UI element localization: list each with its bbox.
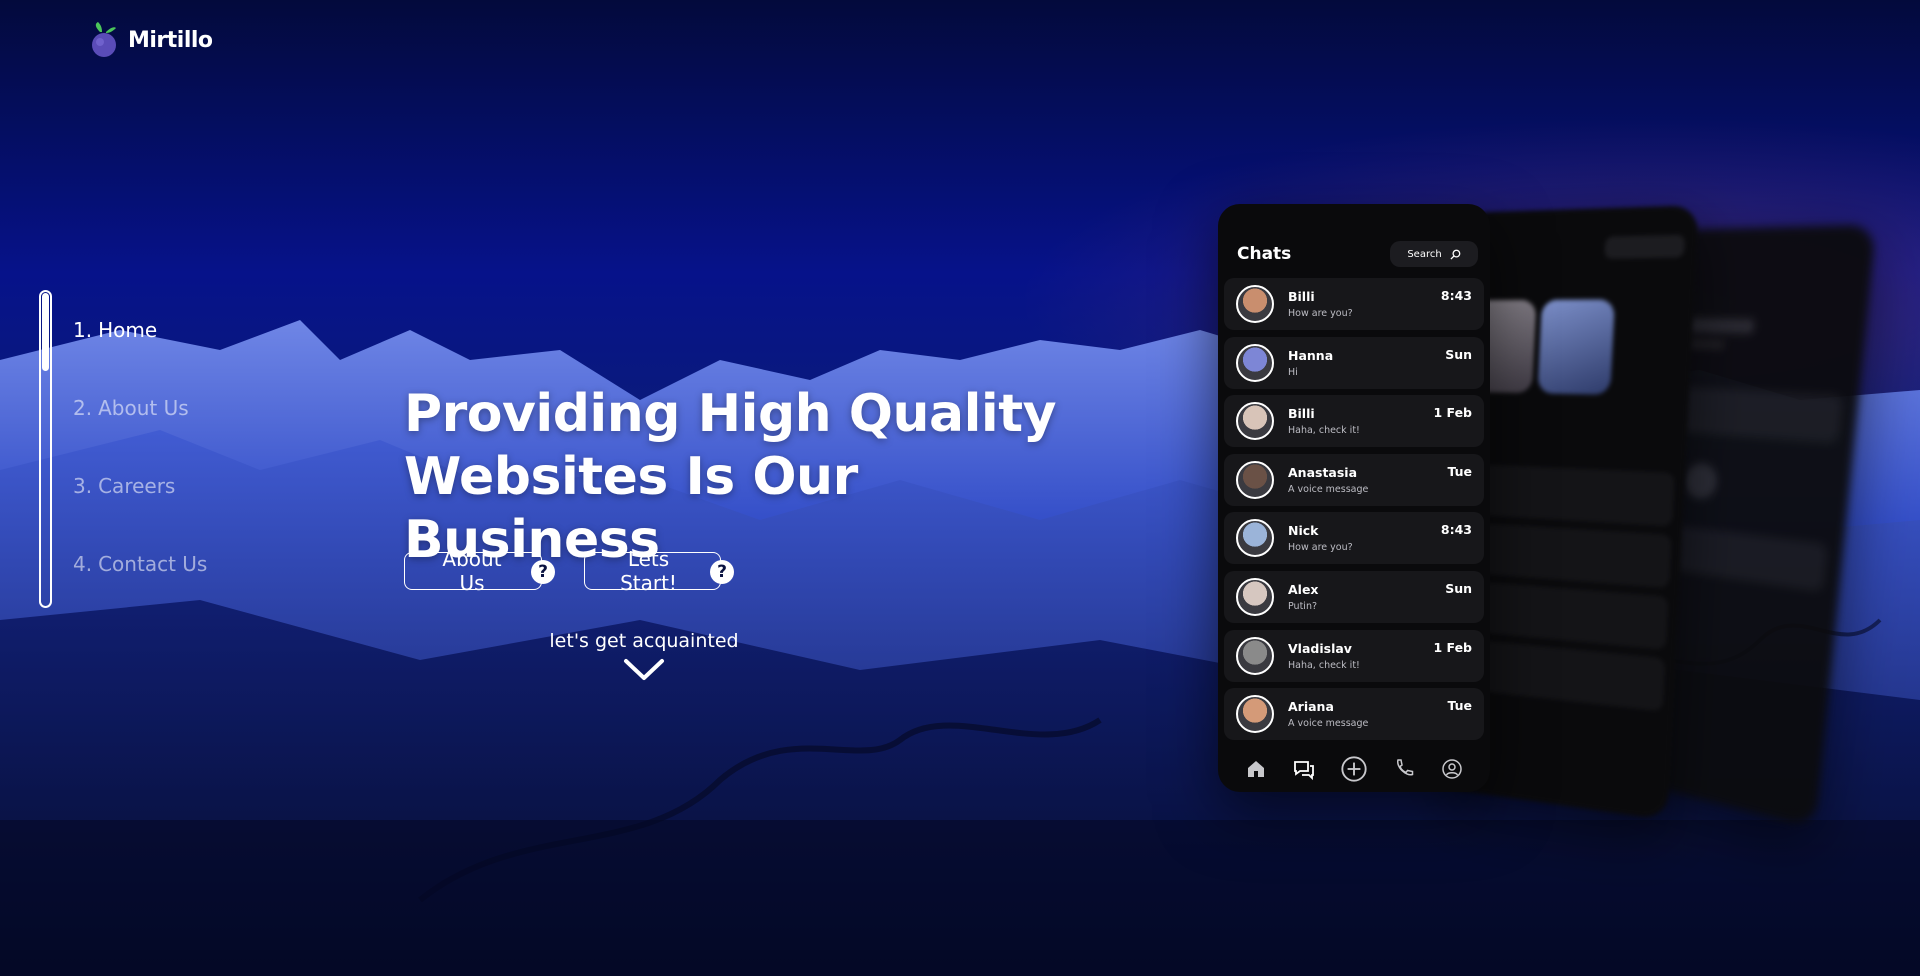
- chats-title: Chats: [1237, 244, 1292, 264]
- lets-start-button[interactable]: Lets Start! ?: [584, 547, 734, 595]
- help-icon[interactable]: ?: [531, 560, 555, 584]
- chat-text: Anastasia A voice message: [1288, 465, 1472, 495]
- nav-scroll-indicator: [39, 290, 52, 608]
- chat-time: Tue: [1447, 698, 1472, 714]
- chats-search: Search: [1390, 241, 1478, 267]
- chat-icon: [1294, 760, 1314, 780]
- nav-item-contact-us[interactable]: 4. Contact Us: [73, 550, 207, 628]
- nav-item-number: 2.: [73, 396, 93, 420]
- chat-time: Sun: [1445, 580, 1472, 596]
- chat-time: 8:43: [1440, 288, 1472, 303]
- avatar: [1236, 636, 1274, 675]
- chat-row[interactable]: Billi How are you? 8:43: [1224, 278, 1484, 330]
- chat-list: Billi How are you? 8:43 Hanna Hi Sun Billi Haha…: [1218, 278, 1490, 741]
- phone-tab-bar: [1218, 747, 1490, 791]
- chat-time: Tue: [1447, 463, 1472, 479]
- chat-message: A voice message: [1288, 718, 1369, 730]
- chat-message: How are you?: [1288, 542, 1353, 554]
- avatar: [1236, 519, 1274, 558]
- nav-item-label: Home: [98, 318, 158, 342]
- chevron-down-icon[interactable]: [623, 658, 665, 682]
- search-label: Search: [1407, 248, 1442, 260]
- chat-name: Ariana: [1288, 699, 1334, 715]
- help-icon[interactable]: ?: [710, 560, 734, 584]
- scroll-hint-text: let's get acquainted: [549, 630, 739, 652]
- chat-message: A voice message: [1288, 483, 1369, 495]
- plus-icon: [1341, 756, 1367, 782]
- chat-row[interactable]: Anastasia A voice message Tue: [1224, 453, 1484, 506]
- chat-message: Haha, check it!: [1288, 425, 1360, 437]
- chat-row[interactable]: Alex Putin? Sun: [1224, 570, 1484, 623]
- chat-row[interactable]: Billi Haha, check it! 1 Feb: [1224, 395, 1484, 448]
- nav-item-home[interactable]: 1. Home: [73, 316, 207, 394]
- brand-logo[interactable]: Mirtillo: [88, 22, 213, 58]
- section-nav: 1. Home 2. About Us 3. Careers 4. Contact Us: [73, 316, 207, 628]
- chat-message: Haha, check it!: [1288, 659, 1360, 671]
- blueberry-icon: [92, 22, 116, 57]
- brand-name: Mirtillo: [128, 27, 213, 53]
- hero-actions: About Us ? Lets Start! ?: [404, 547, 734, 595]
- chat-row[interactable]: Vladislav Haha, check it! 1 Feb: [1224, 629, 1484, 682]
- chat-time: 1 Feb: [1433, 639, 1472, 655]
- chat-row[interactable]: Ariana A voice message Tue: [1224, 688, 1484, 741]
- chat-message: Hi: [1288, 366, 1298, 378]
- chat-time: Sun: [1445, 346, 1472, 362]
- chat-name: Anastasia: [1288, 464, 1358, 480]
- avatar: [1236, 577, 1274, 616]
- avatar: [1236, 402, 1274, 441]
- lets-start-button-label: Lets Start!: [620, 547, 677, 595]
- nav-item-number: 1.: [73, 318, 93, 342]
- nav-scroll-thumb: [42, 293, 49, 371]
- chat-message: How are you?: [1288, 308, 1353, 319]
- about-us-button-label: About Us: [442, 547, 502, 595]
- chat-time: 8:43: [1440, 522, 1472, 538]
- nav-item-number: 3.: [73, 474, 93, 498]
- nav-item-label: About Us: [98, 396, 189, 420]
- hero-title: Providing High Quality Websites Is Our B…: [404, 384, 1057, 570]
- scroll-hint[interactable]: let's get acquainted: [549, 630, 739, 682]
- chat-row[interactable]: Nick How are you? 8:43: [1224, 512, 1484, 565]
- nav-item-number: 4.: [73, 552, 93, 576]
- nav-item-label: Careers: [98, 474, 176, 498]
- nav-item-about-us[interactable]: 2. About Us: [73, 394, 207, 472]
- home-icon: [1248, 760, 1264, 777]
- chat-time: 1 Feb: [1433, 405, 1472, 421]
- nav-item-label: Contact Us: [98, 552, 208, 576]
- contact-photo: [1537, 299, 1615, 395]
- hero-section: Providing High Quality Websites Is Our B…: [404, 383, 1084, 572]
- chat-message: Putin?: [1288, 600, 1318, 612]
- avatar: [1236, 695, 1274, 734]
- nav-item-careers[interactable]: 3. Careers: [73, 472, 207, 550]
- about-us-button[interactable]: About Us ?: [404, 547, 555, 595]
- avatar: [1236, 343, 1274, 382]
- profile-icon: [1442, 759, 1462, 779]
- chat-row[interactable]: Hanna Hi Sun: [1224, 336, 1484, 389]
- chats-header: Chats Search: [1218, 204, 1490, 278]
- avatar: [1236, 285, 1274, 323]
- phone-icon: [1397, 759, 1414, 776]
- avatar: [1236, 460, 1274, 499]
- search-icon: [1450, 249, 1461, 260]
- chat-text: Ariana A voice message: [1288, 699, 1472, 729]
- phone-mockup-chats: Chats Search Billi How are you? 8:43 Hanna H…: [1218, 204, 1490, 792]
